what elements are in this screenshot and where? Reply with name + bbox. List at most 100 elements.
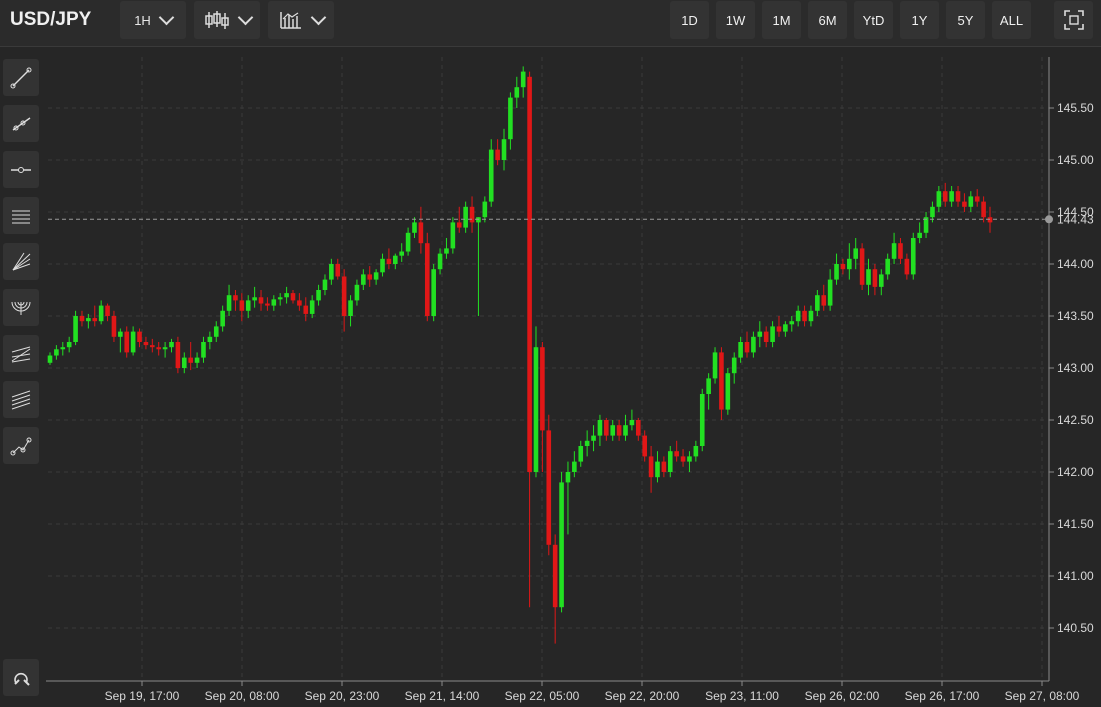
trend-line-tool[interactable] <box>3 59 39 96</box>
candle-body <box>738 342 743 358</box>
candle-body <box>380 258 385 273</box>
candle <box>859 243 865 290</box>
candle-body <box>891 243 897 259</box>
candle <box>533 326 539 478</box>
interval-dropdown[interactable]: 1H <box>120 1 186 39</box>
top-toolbar: USD/JPY 1H 1D 1W 1M 6M YtD 1Y 5Y ALL <box>0 0 1101 47</box>
chart-style-dropdown[interactable] <box>268 1 334 39</box>
candle-body <box>687 456 692 462</box>
candle-body <box>789 321 795 325</box>
price-tick-label: 141.50 <box>1057 517 1094 531</box>
candle-body <box>616 425 622 436</box>
candle-body <box>968 196 974 207</box>
candle-body <box>815 295 820 311</box>
parallel-channel-tool[interactable] <box>3 197 39 234</box>
candle-body <box>488 149 494 202</box>
candle-body <box>508 97 513 140</box>
magnet-tool[interactable] <box>3 659 39 696</box>
price-tick-label: 143.00 <box>1057 361 1094 375</box>
candle-body <box>354 284 360 301</box>
fibonacci-icon <box>11 390 31 409</box>
candle-body <box>802 310 807 322</box>
price-tick-label: 140.50 <box>1057 621 1094 635</box>
candle-body <box>130 331 136 353</box>
candle-body <box>584 440 590 446</box>
candle-body <box>763 331 769 342</box>
range-button-ytd[interactable]: YtD <box>854 1 893 39</box>
candle <box>424 232 430 322</box>
candle-body <box>322 279 328 290</box>
candle-body <box>930 206 935 218</box>
candle-body <box>520 71 526 88</box>
ray-tool[interactable] <box>3 105 39 142</box>
candle-body <box>213 326 219 337</box>
range-button-1d[interactable]: 1D <box>670 1 709 39</box>
ray-icon <box>12 116 31 131</box>
price-tick-label: 144.00 <box>1057 257 1094 271</box>
pitchfork-tool[interactable] <box>3 335 39 372</box>
range-button-1m[interactable]: 1M <box>762 1 801 39</box>
arc-tool[interactable] <box>3 289 39 326</box>
fullscreen-icon <box>1063 10 1084 30</box>
price-tick-label: 145.00 <box>1057 153 1094 167</box>
range-button-1w[interactable]: 1W <box>716 1 755 39</box>
candle-body <box>565 472 571 483</box>
candle-body <box>776 326 782 332</box>
candle-body <box>661 461 667 472</box>
candle-body <box>872 269 878 287</box>
chevron-down-icon <box>158 9 175 26</box>
candle-body <box>194 357 200 363</box>
candle-body <box>207 336 213 342</box>
candle-body <box>559 482 564 608</box>
price-tick-label: 143.50 <box>1057 309 1094 323</box>
candle-body <box>316 290 321 301</box>
candle-body <box>169 342 174 348</box>
candle-body <box>393 255 398 264</box>
range-button-6m[interactable]: 6M <box>808 1 847 39</box>
candle-body <box>859 248 865 285</box>
candle-body <box>853 248 859 259</box>
candle-body <box>904 258 910 275</box>
candle-body <box>469 206 475 223</box>
horizontal-line-tool[interactable] <box>3 151 39 188</box>
candle-body <box>552 544 558 608</box>
candle-body <box>987 217 993 223</box>
time-tick-label: Sep 20, 08:00 <box>205 689 280 703</box>
candle-body <box>847 258 852 270</box>
candle-body <box>405 232 411 252</box>
candle-body <box>341 276 347 316</box>
path-tool[interactable] <box>3 427 39 464</box>
pitchfork-icon <box>11 346 31 362</box>
fan-tool[interactable] <box>3 243 39 280</box>
candle-body <box>623 425 628 436</box>
candle-body <box>150 345 155 348</box>
candle-body <box>974 196 980 202</box>
candle-body <box>898 243 903 259</box>
chart-type-dropdown[interactable] <box>194 1 260 39</box>
trend-line-icon <box>10 67 32 88</box>
candle-body <box>546 430 552 545</box>
candle-body <box>885 258 890 275</box>
range-button-5y[interactable]: 5Y <box>946 1 985 39</box>
fullscreen-button[interactable] <box>1054 1 1093 39</box>
candle-body <box>482 201 488 218</box>
candle <box>725 368 731 415</box>
candle-body <box>476 217 481 223</box>
candle-body <box>79 316 85 322</box>
candle-body <box>751 336 756 353</box>
range-button-all[interactable]: ALL <box>992 1 1031 39</box>
range-button-1y[interactable]: 1Y <box>900 1 939 39</box>
time-tick-label: Sep 22, 05:00 <box>505 689 580 703</box>
candle-body <box>399 251 405 256</box>
candle-body <box>949 191 954 202</box>
time-tick-label: Sep 20, 23:00 <box>305 689 380 703</box>
time-tick-label: Sep 22, 20:00 <box>605 689 680 703</box>
fibonacci-tool[interactable] <box>3 381 39 418</box>
magnet-icon <box>14 672 30 686</box>
candle-body <box>418 222 424 244</box>
price-chart[interactable]: 140.50 141.00 141.50 142.00 142.50 143.00 143.… <box>46 47 1101 707</box>
candle-body <box>181 357 187 368</box>
candle-body <box>335 264 341 277</box>
candle-body <box>808 310 814 322</box>
candle-body <box>827 279 833 306</box>
